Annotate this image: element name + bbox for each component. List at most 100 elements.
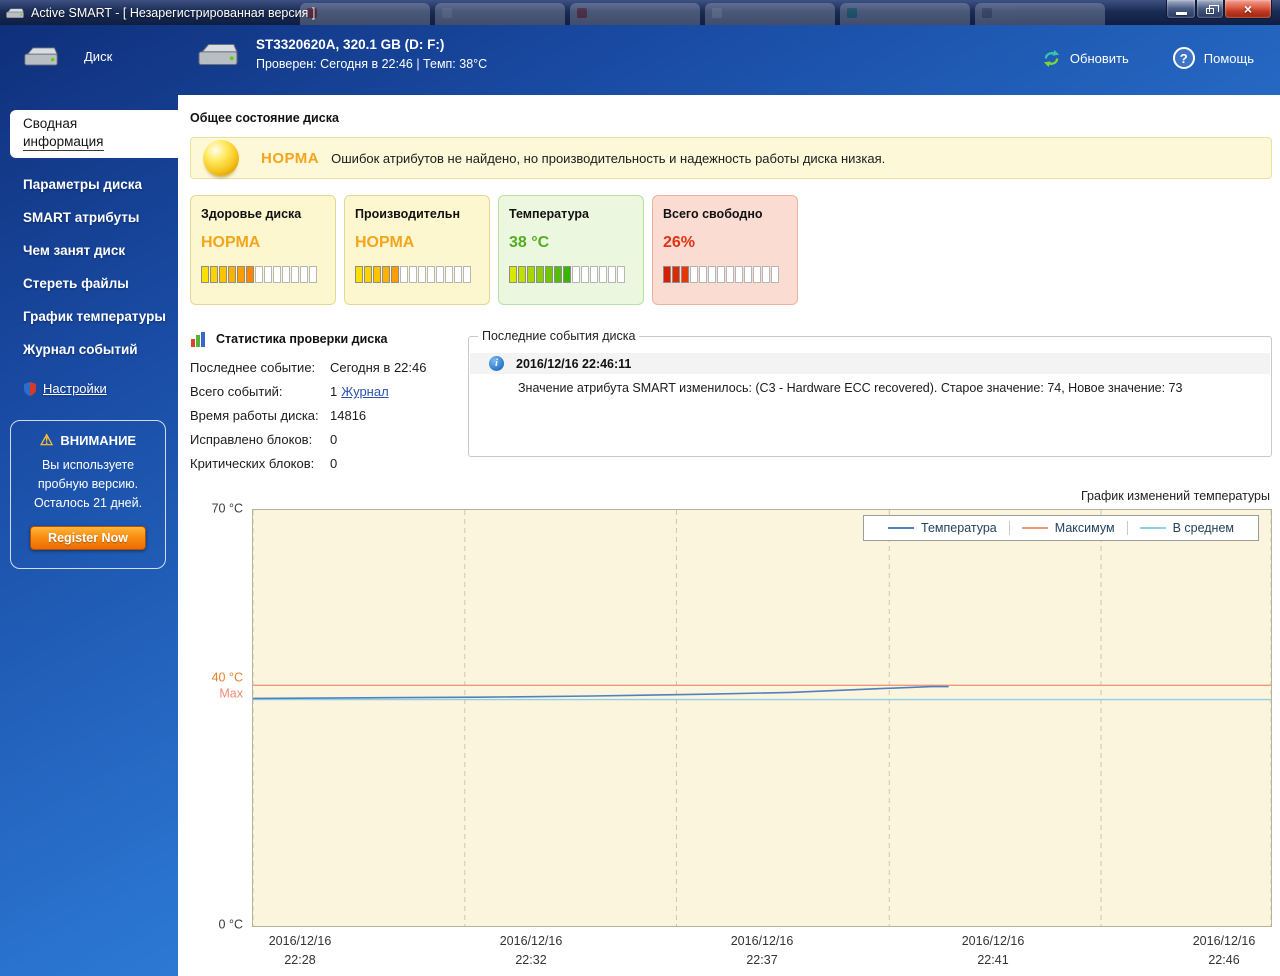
chart-svg	[253, 510, 1271, 926]
help-button[interactable]: ? Помощь	[1172, 47, 1254, 69]
card-progressbar	[663, 266, 787, 283]
settings-label: Настройки	[43, 381, 107, 397]
page-title: Общее состояние диска	[190, 111, 339, 125]
disk-icon	[198, 43, 238, 66]
sidebar-item-summary-active[interactable]: Сводная информация	[10, 110, 178, 159]
card-progressbar	[509, 266, 633, 283]
disk-info: ST3320620A, 320.1 GB (D: F:) Проверен: С…	[198, 37, 487, 71]
temperature-chart: 70 °C 40 °C Max 0 °C Температура Максиму…	[190, 501, 1272, 932]
x-label: 2016/12/16 22:32	[499, 934, 563, 967]
stats-row: Всего событий: 1 Журнал	[190, 384, 468, 399]
chart-x-axis: 2016/12/16 22:28 2016/12/16 22:32 2016/12/…	[252, 927, 1272, 970]
card-value: 26%	[663, 234, 696, 251]
status-ball-icon	[203, 140, 239, 176]
trial-line: Вы используете	[41, 458, 135, 473]
refresh-button[interactable]: Обновить	[1042, 47, 1129, 69]
nav-disk-button[interactable]: Диск	[24, 45, 112, 67]
x-label: 2016/12/16 22:46	[1192, 934, 1256, 967]
background-tab	[705, 3, 835, 25]
legend-line-icon	[1139, 527, 1166, 529]
legend-label: Максимум	[1054, 521, 1115, 535]
sidebar-item-smart-attributes[interactable]: SMART атрибуты	[0, 201, 178, 234]
stats-label: Время работы диска:	[190, 408, 319, 423]
close-icon: ×	[1243, 1, 1253, 17]
legend-line-icon	[1021, 527, 1048, 529]
card-value: 38 °C	[509, 234, 550, 251]
card-value: НОРМА	[355, 234, 415, 251]
background-tab	[975, 3, 1105, 25]
minimize-icon	[1175, 11, 1187, 15]
card-title: Всего свободно	[663, 207, 763, 221]
header: Диск ST3320620A, 320.1 GB (D: F:) Провер…	[0, 25, 1280, 95]
chart-legend: Температура Максимум В среднем	[863, 515, 1259, 541]
legend-line-icon	[888, 527, 915, 529]
stats-row: Критических блоков: 0	[190, 456, 468, 471]
status-cards: Здоровье диска НОРМА Производительн НОРМ…	[190, 195, 1272, 305]
help-label: Помощь	[1203, 50, 1254, 66]
x-label: 2016/12/16 22:28	[268, 934, 332, 967]
card-progressbar	[355, 266, 479, 283]
journal-link[interactable]: Журнал	[341, 384, 388, 399]
y-axis-label-max: Max	[219, 686, 243, 701]
warning-icon: ⚠	[39, 432, 54, 450]
sidebar-item-disk-usage[interactable]: Чем занят диск	[0, 234, 178, 267]
card-free-space: Всего свободно 26%	[652, 195, 798, 305]
status-badge: НОРМА	[261, 149, 320, 167]
header-actions: Обновить ? Помощь	[1042, 47, 1254, 69]
stats-row: Последнее событие: Сегодня в 22:46	[190, 360, 468, 375]
y-axis-label-70: 70 °C	[211, 501, 243, 516]
sidebar-item-disk-parameters[interactable]: Параметры диска	[0, 168, 178, 201]
disk-title: ST3320620A, 320.1 GB (D: F:)	[256, 37, 445, 52]
sidebar-item-event-log[interactable]: Журнал событий	[0, 333, 178, 366]
disk-icon	[24, 47, 58, 66]
sidebar-item-erase-files[interactable]: Стереть файлы	[0, 267, 178, 300]
stats-row: Время работы диска: 14816	[190, 408, 468, 423]
x-label: 2016/12/16 22:41	[961, 934, 1025, 967]
background-tab	[840, 3, 970, 25]
card-title: Здоровье диска	[201, 207, 302, 221]
minimize-button[interactable]	[1166, 0, 1196, 19]
settings-link[interactable]: Настройки	[24, 381, 178, 396]
stats-value: 0	[330, 432, 338, 447]
legend-label: В среднем	[1172, 521, 1234, 535]
titlebar: Active SMART - [ Незарегистрированная ве…	[0, 0, 1280, 25]
disk-check-statistics: Статистика проверки диска Последнее собы…	[190, 329, 468, 480]
disk-subtitle: Проверен: Сегодня в 22:46 | Темп: 38°C	[256, 57, 488, 71]
main-content: Общее состояние диска НОРМА Ошибок атриб…	[178, 95, 1280, 976]
event-timestamp: 2016/12/16 22:46:11	[516, 356, 632, 371]
background-browser-tabs	[300, 3, 1130, 25]
x-label: 2016/12/16 22:37	[730, 934, 794, 967]
event-description: Значение атрибута SMART изменилось: (C3 …	[518, 381, 1183, 395]
card-title: Температура	[509, 207, 589, 221]
help-icon: ?	[1172, 47, 1195, 69]
background-tab	[435, 3, 565, 25]
card-performance: Производительн НОРМА	[344, 195, 490, 305]
active-tab-line2: информация	[23, 133, 104, 152]
events-title: Последние события диска	[482, 329, 636, 343]
recent-events-groupbox: Последние события диска i 2016/12/16 22:…	[468, 329, 1272, 457]
trial-warning-box: ⚠ ВНИМАНИЕ Вы используете пробную версию…	[10, 420, 166, 570]
restore-button[interactable]	[1196, 0, 1224, 19]
legend-label: Температура	[921, 521, 997, 535]
background-tab	[300, 3, 430, 25]
register-now-button[interactable]: Register Now	[30, 526, 146, 551]
background-tab	[570, 3, 700, 25]
legend-item-maximum: Максимум	[1008, 521, 1127, 535]
stats-value: 1	[330, 384, 338, 399]
app-disk-icon	[6, 8, 24, 18]
shield-icon	[24, 381, 36, 396]
active-tab-line1: Сводная	[23, 116, 78, 131]
sidebar-item-temperature-graph[interactable]: График температуры	[0, 300, 178, 333]
trial-title: ВНИМАНИЕ	[60, 433, 137, 449]
legend-item-temperature: Температура	[876, 521, 1009, 535]
stats-row: Исправлено блоков: 0	[190, 432, 468, 447]
close-button[interactable]: ×	[1224, 0, 1272, 19]
legend-item-average: В среднем	[1126, 521, 1246, 535]
trial-line: пробную версию.	[37, 476, 139, 491]
card-value: НОРМА	[201, 234, 261, 251]
chart-y-axis: 70 °C 40 °C Max 0 °C	[190, 501, 252, 931]
trial-line: Осталось 21 дней.	[33, 495, 143, 510]
card-temperature: Температура 38 °C	[498, 195, 644, 305]
refresh-icon	[1043, 49, 1060, 67]
sidebar: Сводная информация Параметры диска SMART…	[0, 95, 178, 976]
